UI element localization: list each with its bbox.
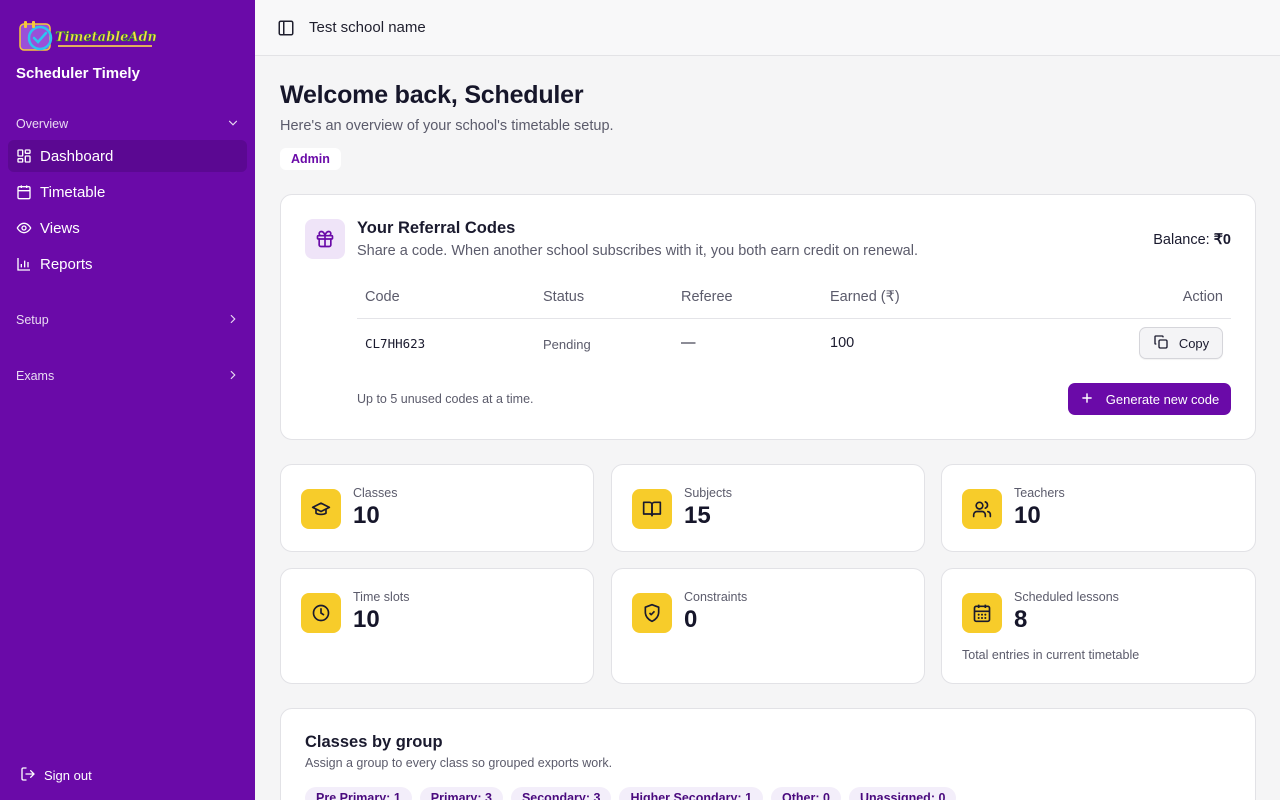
groups-description: Assign a group to every class so grouped… xyxy=(305,756,613,770)
nav-group-label: Overview xyxy=(16,117,69,131)
column-header-earned: Earned (₹) xyxy=(830,289,900,305)
generate-code-button[interactable]: Generate new code xyxy=(1068,383,1231,415)
page-title: Welcome back, Scheduler xyxy=(280,81,584,109)
column-header-code: Code xyxy=(365,289,400,305)
eye-icon xyxy=(16,220,32,236)
stat-card-scheduled-lessons: Scheduled lessons 8 Total entries in cur… xyxy=(941,568,1256,684)
graduation-cap-icon xyxy=(301,489,341,529)
sign-out-label: Sign out xyxy=(44,768,92,783)
group-chip-other: Other: 0 xyxy=(771,787,841,800)
stat-value: 0 xyxy=(684,606,698,633)
referral-note: Up to 5 unused codes at a time. xyxy=(357,392,534,406)
nav-group-label: Exams xyxy=(16,369,55,383)
sidebar-item-label: Reports xyxy=(40,255,93,273)
classes-by-group-card: Classes by group Assign a group to every… xyxy=(280,708,1256,800)
nav-group-label: Setup xyxy=(16,313,49,327)
brand-name: Scheduler Timely xyxy=(16,65,140,82)
sidebar-item-label: Views xyxy=(40,219,80,237)
bar-chart-icon xyxy=(16,256,32,272)
sidebar-toggle-icon[interactable] xyxy=(277,19,295,37)
gift-icon xyxy=(305,219,345,259)
balance-value: ₹0 xyxy=(1213,232,1231,248)
column-header-referee: Referee xyxy=(681,289,733,305)
referral-referee: — xyxy=(681,335,696,351)
users-icon xyxy=(962,489,1002,529)
stat-label: Teachers xyxy=(1014,486,1065,500)
nav-group-overview[interactable]: Overview xyxy=(16,114,240,134)
referral-code: CL7HH623 xyxy=(365,336,426,351)
log-out-icon xyxy=(20,766,44,785)
sidebar: TimetableAdmin Scheduler Timely Overview… xyxy=(0,0,255,800)
stat-value: 10 xyxy=(1014,502,1041,529)
stat-label: Scheduled lessons xyxy=(1014,590,1119,604)
sidebar-item-label: Dashboard xyxy=(40,147,114,165)
group-chip-higher-secondary: Higher Secondary: 1 xyxy=(619,787,764,800)
stat-card-subjects: Subjects 15 xyxy=(611,464,925,552)
group-chips: Pre Primary: 1 Primary: 3 Secondary: 3 H… xyxy=(305,787,957,800)
calendar-icon xyxy=(16,184,32,200)
stat-note: Total entries in current timetable xyxy=(962,648,1140,662)
referral-status: Pending xyxy=(543,337,591,352)
group-chip-primary: Primary: 3 xyxy=(419,787,503,800)
stat-value: 10 xyxy=(353,606,380,633)
page-subtitle: Here's an overview of your school's time… xyxy=(280,118,614,134)
group-chip-pre-primary: Pre Primary: 1 xyxy=(305,787,412,800)
svg-text:TimetableAdmin: TimetableAdmin xyxy=(55,30,156,45)
copy-icon xyxy=(1153,334,1179,353)
stat-label: Constraints xyxy=(684,590,748,604)
nav-group-exams[interactable]: Exams xyxy=(16,366,240,386)
stat-card-time-slots: Time slots 10 xyxy=(280,568,594,684)
topbar: Test school name xyxy=(255,0,1280,56)
sign-out-button[interactable]: Sign out xyxy=(20,766,92,785)
stat-label: Classes xyxy=(353,486,398,500)
stat-card-constraints: Constraints 0 xyxy=(611,568,925,684)
chevron-right-icon xyxy=(226,368,240,385)
column-header-action: Action xyxy=(1182,289,1223,305)
referral-card: Your Referral Codes Share a code. When a… xyxy=(280,194,1256,440)
referral-earned: 100 xyxy=(830,335,855,351)
referral-title: Your Referral Codes xyxy=(357,219,516,237)
role-badge: Admin xyxy=(280,148,341,170)
groups-title: Classes by group xyxy=(305,733,443,751)
clock-icon xyxy=(301,593,341,633)
stat-label: Subjects xyxy=(684,486,732,500)
group-chip-unassigned: Unassigned: 0 xyxy=(848,787,957,800)
balance-label: Balance: xyxy=(1153,232,1210,248)
plus-icon xyxy=(1080,391,1106,408)
stat-card-teachers: Teachers 10 xyxy=(941,464,1256,552)
sidebar-item-views[interactable]: Views xyxy=(8,212,247,244)
app-logo[interactable]: TimetableAdmin xyxy=(18,18,176,56)
dashboard-icon xyxy=(16,148,32,164)
chevron-right-icon xyxy=(226,312,240,329)
stat-value: 15 xyxy=(684,502,711,529)
shield-check-icon xyxy=(632,593,672,633)
group-chip-secondary: Secondary: 3 xyxy=(510,787,612,800)
table-header-divider xyxy=(357,318,1231,319)
book-open-icon xyxy=(632,489,672,529)
copy-button-label: Copy xyxy=(1178,335,1210,351)
referral-description: Share a code. When another school subscr… xyxy=(357,243,918,259)
stat-label: Time slots xyxy=(353,590,410,604)
stat-card-classes: Classes 10 xyxy=(280,464,594,552)
sidebar-item-dashboard[interactable]: Dashboard xyxy=(8,140,247,172)
stat-value: 10 xyxy=(353,502,380,529)
sidebar-item-reports[interactable]: Reports xyxy=(8,248,247,280)
referral-balance: Balance: ₹0 xyxy=(1153,232,1231,248)
school-name: Test school name xyxy=(309,19,426,36)
column-header-status: Status xyxy=(543,289,585,305)
calendar-grid-icon xyxy=(962,593,1002,633)
generate-button-label: Generate new code xyxy=(1105,391,1220,407)
chevron-down-icon xyxy=(226,116,240,133)
stat-value: 8 xyxy=(1014,606,1028,633)
sidebar-item-timetable[interactable]: Timetable xyxy=(8,176,247,208)
nav-group-setup[interactable]: Setup xyxy=(16,310,240,330)
copy-code-button[interactable]: Copy xyxy=(1139,327,1223,359)
sidebar-item-label: Timetable xyxy=(40,183,106,201)
